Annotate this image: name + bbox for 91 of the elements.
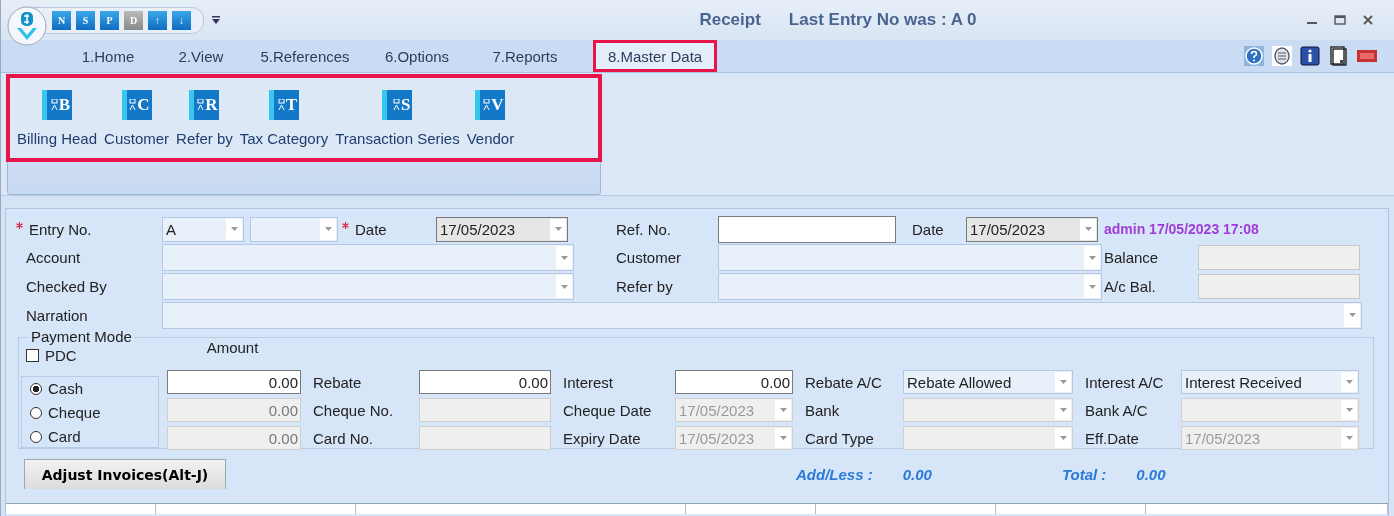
radio-button-icon[interactable] (30, 383, 42, 395)
info-icon[interactable] (1300, 46, 1320, 66)
caret-icon[interactable] (1084, 227, 1092, 231)
field-label: Eff.Date (1084, 429, 1140, 447)
window-title: Receipt (699, 10, 761, 30)
series-dropdown[interactable]: A (162, 216, 244, 242)
caret-icon[interactable] (324, 227, 332, 231)
field-label: Account (25, 249, 82, 266)
number-dropdown[interactable] (250, 216, 338, 242)
ribbon-tab[interactable]: 5.References (245, 40, 365, 72)
caret-icon[interactable] (560, 255, 568, 260)
date-dropdown[interactable]: 17/05/2023 (436, 216, 568, 242)
pdc-checkbox[interactable]: PDC (26, 347, 77, 364)
column-label: Amount (206, 339, 259, 356)
help-icon[interactable] (1244, 46, 1264, 66)
ribbon-button[interactable]: C Customer (101, 89, 173, 147)
ribbon-button[interactable]: V Vendor (463, 89, 518, 147)
checked-by-dropdown[interactable] (162, 273, 574, 300)
field-label: Balance (1103, 249, 1160, 266)
quick-access-button[interactable]: P (100, 10, 119, 30)
field-label: Refer by (615, 278, 674, 295)
book-icon: S (382, 89, 413, 120)
field-label: Card Type (804, 429, 875, 447)
book-icon: R (189, 89, 220, 120)
quick-access-button[interactable]: N (52, 10, 71, 30)
field-label: Entry No. (29, 220, 92, 238)
field-label: Rebate A/C (804, 373, 883, 391)
ref-no-field[interactable] (718, 215, 896, 243)
ribbon-tab[interactable]: 2.View (157, 40, 245, 72)
adjust-invoices-button[interactable]: Adjust Invoices(Alt-J) (24, 459, 226, 489)
field-label: Interest A/C (1084, 373, 1165, 391)
field-label: Ref. No. (615, 220, 673, 238)
caret-icon[interactable] (560, 284, 568, 289)
maximize-icon[interactable] (1334, 14, 1346, 26)
amount-field[interactable]: 0.00 (419, 370, 551, 394)
field-label: Rebate (312, 373, 363, 391)
close-icon[interactable] (1362, 14, 1374, 26)
caret-icon[interactable] (1348, 313, 1356, 317)
quick-access-button[interactable]: ↓ (172, 10, 191, 30)
total-value: 0.00 (902, 465, 932, 483)
field-label: Expiry Date (562, 429, 642, 447)
book-icon: B (42, 89, 72, 120)
last-entry-text: Last Entry No was : A 0 (788, 10, 977, 30)
ribbon-tab[interactable]: 1.Home (59, 40, 157, 72)
field-label: Customer (615, 249, 683, 266)
caret-icon[interactable] (1059, 380, 1067, 384)
total-value: 0.00 (1136, 465, 1166, 483)
book-icon: C (121, 89, 152, 120)
amount-field[interactable]: 0.00 (675, 370, 793, 394)
account-dropdown[interactable] (162, 244, 574, 271)
field-label: Checked By (25, 278, 108, 295)
field-label: A/c Bal. (1103, 278, 1157, 295)
field-label: Interest (562, 373, 615, 391)
customize-caret-icon[interactable] (212, 16, 220, 24)
ribbon-tab[interactable]: 6.Options (365, 40, 469, 72)
field-label: Date (911, 220, 945, 238)
narration-dropdown[interactable] (162, 301, 1362, 329)
ribbon-button[interactable]: R Refer by (173, 89, 236, 147)
total-label: Add/Less : (796, 465, 873, 483)
field-label: Narration (25, 306, 89, 324)
quick-access-button[interactable]: S (76, 10, 95, 30)
refer-by-dropdown[interactable] (718, 273, 1102, 300)
dropdown[interactable]: Rebate Allowed (903, 370, 1073, 394)
caret-icon[interactable] (1345, 380, 1353, 384)
caret-icon[interactable] (1088, 255, 1096, 260)
caret-icon[interactable] (230, 227, 238, 231)
group-title: Payment Mode (29, 328, 134, 345)
total-label: Total : (1061, 465, 1107, 483)
ribbon-button[interactable]: T Tax Category (236, 89, 332, 147)
ribbon-tab[interactable]: 7.Reports (469, 40, 581, 72)
payment-mode-radio[interactable]: Cash (30, 379, 158, 399)
document-icon[interactable] (1328, 46, 1348, 66)
ribbon-button[interactable]: S Transaction Series (332, 89, 463, 147)
database-icon[interactable] (1272, 46, 1292, 66)
amount-field[interactable]: 0.00 (167, 370, 301, 394)
ribbon-button[interactable]: B Billing Head (14, 89, 101, 147)
ribbon-tab[interactable]: 8.Master Data (593, 40, 718, 72)
field-label: Bank (804, 401, 841, 419)
caret-icon[interactable] (1088, 284, 1096, 289)
field-label: Cheque No. (312, 401, 395, 419)
dropdown[interactable]: Interest Received (1181, 370, 1359, 394)
field-label: Card No. (312, 429, 375, 447)
caret-icon[interactable] (554, 227, 562, 231)
field-label: Bank A/C (1084, 401, 1149, 419)
ref-date-dropdown[interactable]: 17/05/2023 (966, 216, 1098, 242)
field-label: Cheque Date (562, 401, 653, 419)
field-label: Date (355, 220, 387, 238)
quick-access-button[interactable]: ↑ (148, 10, 167, 30)
book-icon: T (268, 89, 299, 120)
created-by-text: admin 17/05/2023 17:08 (1103, 221, 1260, 237)
book-icon: V (475, 89, 506, 120)
